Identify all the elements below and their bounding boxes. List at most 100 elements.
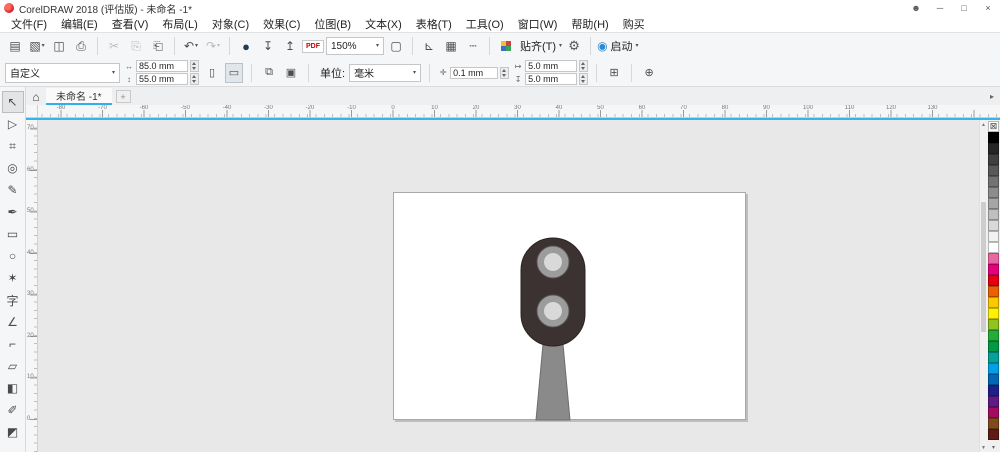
- tool-polygon[interactable]: ✶: [2, 267, 24, 289]
- color-swatch[interactable]: [988, 143, 999, 154]
- color-swatch[interactable]: [988, 187, 999, 198]
- color-swatch[interactable]: [988, 209, 999, 220]
- redo-button[interactable]: ↷ ▾: [203, 36, 223, 56]
- fullscreen-preview-button[interactable]: ▢: [386, 36, 406, 56]
- welcome-home-icon[interactable]: ⌂: [26, 88, 46, 105]
- menu-item[interactable]: 窗口(W): [511, 16, 565, 32]
- menu-item[interactable]: 文件(F): [4, 16, 54, 32]
- menu-item[interactable]: 布局(L): [155, 16, 204, 32]
- portrait-button[interactable]: ▯: [203, 63, 221, 83]
- duplicate-y-input[interactable]: 5.0 mm: [525, 73, 578, 85]
- spin-down-icon[interactable]: [580, 66, 587, 71]
- pole-shape[interactable]: [535, 343, 571, 421]
- color-swatch[interactable]: [988, 418, 999, 429]
- color-swatch[interactable]: [988, 352, 999, 363]
- color-swatch[interactable]: [988, 176, 999, 187]
- menu-item[interactable]: 查看(V): [105, 16, 156, 32]
- landscape-button[interactable]: ▭: [225, 62, 243, 83]
- publish-pdf-button[interactable]: PDF: [302, 36, 324, 56]
- tool-crop[interactable]: ⌗: [2, 135, 24, 157]
- no-color-swatch[interactable]: ⊠: [988, 121, 999, 132]
- menu-item[interactable]: 编辑(E): [54, 16, 105, 32]
- menu-item[interactable]: 效果(C): [256, 16, 307, 32]
- color-swatch[interactable]: [988, 198, 999, 209]
- tool-text[interactable]: 字: [2, 289, 24, 311]
- show-guidelines-button[interactable]: ┄: [463, 36, 483, 56]
- color-swatch[interactable]: [988, 308, 999, 319]
- print-button[interactable]: ⎙: [71, 36, 91, 56]
- color-swatch[interactable]: [988, 297, 999, 308]
- vertical-ruler[interactable]: 706050403020100-10-20: [26, 120, 38, 452]
- spin-down-icon[interactable]: [501, 73, 508, 78]
- tool-shape[interactable]: ▷: [2, 113, 24, 135]
- ruler-origin-corner[interactable]: [26, 105, 38, 117]
- page-width-input[interactable]: 85.0 mm: [136, 60, 188, 72]
- menu-item[interactable]: 购买: [616, 16, 652, 32]
- search-content-button[interactable]: ●: [236, 36, 256, 56]
- color-swatch[interactable]: [988, 396, 999, 407]
- snap-to-button[interactable]: 贴齐(T) ▾: [518, 36, 562, 56]
- color-swatch[interactable]: [988, 132, 999, 143]
- top-light-lens[interactable]: [543, 252, 563, 272]
- paste-button[interactable]: ⎗: [148, 36, 168, 56]
- scroll-up-icon[interactable]: ▲: [980, 120, 987, 129]
- all-pages-button[interactable]: ⧉: [260, 63, 278, 83]
- duplicate-y-spinner[interactable]: [579, 73, 589, 85]
- launch-button[interactable]: ◉ 启动 ▾: [597, 36, 639, 56]
- scrollbar-thumb[interactable]: [981, 202, 986, 332]
- tool-pick[interactable]: ↖: [1, 91, 24, 113]
- tool-dimension[interactable]: ∠: [2, 311, 24, 333]
- options-button[interactable]: ⚙: [564, 36, 584, 56]
- canvas[interactable]: [38, 120, 979, 452]
- menu-item[interactable]: 文本(X): [358, 16, 409, 32]
- color-swatch[interactable]: [988, 341, 999, 352]
- copy-button[interactable]: ⎘: [126, 36, 146, 56]
- spin-down-icon[interactable]: [191, 79, 198, 84]
- color-swatch[interactable]: [988, 385, 999, 396]
- color-swatch[interactable]: [988, 286, 999, 297]
- color-swatch[interactable]: [988, 264, 999, 275]
- maximize-button[interactable]: □: [952, 0, 976, 16]
- nudge-distance-input[interactable]: 0.1 mm: [450, 66, 499, 79]
- color-swatch[interactable]: [988, 242, 999, 253]
- menu-item[interactable]: 工具(O): [459, 16, 511, 32]
- color-swatch[interactable]: [988, 165, 999, 176]
- bottom-light-lens[interactable]: [543, 301, 563, 321]
- document-tab[interactable]: 未命名 -1*: [46, 88, 112, 105]
- tool-drop-shadow[interactable]: ▱: [2, 355, 24, 377]
- tool-connector[interactable]: ⌐: [2, 333, 24, 355]
- menu-item[interactable]: 对象(C): [205, 16, 256, 32]
- duplicate-x-spinner[interactable]: [579, 60, 589, 72]
- cut-button[interactable]: ✂: [104, 36, 124, 56]
- tool-ellipse[interactable]: ○: [2, 245, 24, 267]
- spin-down-icon[interactable]: [191, 66, 198, 71]
- palette-scroll-down-icon[interactable]: ▾: [987, 442, 1000, 452]
- close-button[interactable]: ×: [976, 0, 1000, 16]
- show-grid-button[interactable]: ▦: [441, 36, 461, 56]
- color-swatch[interactable]: [988, 330, 999, 341]
- new-tab-button[interactable]: +: [115, 90, 131, 103]
- nudge-spinner[interactable]: [500, 66, 510, 79]
- page-height-spinner[interactable]: [190, 73, 199, 85]
- color-swatch[interactable]: [988, 275, 999, 286]
- minimize-button[interactable]: ─: [928, 0, 952, 16]
- color-swatch[interactable]: [988, 253, 999, 264]
- traffic-light-drawing[interactable]: [517, 237, 591, 421]
- new-document-button[interactable]: ▤: [5, 36, 25, 56]
- current-page-button[interactable]: ▣: [282, 63, 300, 83]
- tool-freehand[interactable]: ✎: [2, 179, 24, 201]
- tab-scroll-right-icon[interactable]: ▸: [990, 92, 994, 101]
- duplicate-x-input[interactable]: 5.0 mm: [525, 60, 578, 72]
- tool-zoom[interactable]: ◎: [2, 157, 24, 179]
- save-button[interactable]: ◫: [49, 36, 69, 56]
- scroll-down-icon[interactable]: ▼: [980, 443, 987, 452]
- page-height-input[interactable]: 55.0 mm: [136, 73, 188, 85]
- sign-in-icon[interactable]: ☻: [904, 0, 928, 16]
- menu-item[interactable]: 位图(B): [307, 16, 358, 32]
- treat-as-filled-button[interactable]: ⊞: [605, 63, 623, 83]
- show-rulers-button[interactable]: ⊾: [419, 36, 439, 56]
- color-swatch[interactable]: [988, 231, 999, 242]
- tool-transparency[interactable]: ◧: [2, 377, 24, 399]
- tool-artistic-media[interactable]: ✒: [2, 201, 24, 223]
- units-select[interactable]: 毫米 ▾: [349, 63, 422, 82]
